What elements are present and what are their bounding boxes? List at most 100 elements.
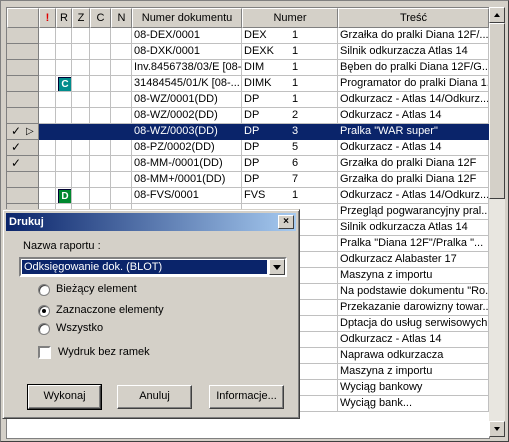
doc-number-cell: 08-DEX/0001 xyxy=(132,28,242,44)
dropdown-button[interactable] xyxy=(269,259,285,275)
number-cell: DP 1 xyxy=(242,92,338,108)
table-row[interactable]: 08-DEX/0001 DEX 1 Grzałka do pralki Diana 1… xyxy=(7,28,489,44)
cancel-button[interactable]: Anuluj xyxy=(117,385,192,409)
flag-cell xyxy=(72,156,90,172)
number-cell: DP 7 xyxy=(242,172,338,188)
flag-cell xyxy=(39,44,56,60)
radio-current-item-label[interactable]: Bieżący element xyxy=(56,283,137,295)
header-content[interactable]: Treść xyxy=(338,8,489,28)
flag-cell xyxy=(56,124,72,140)
scroll-up-button[interactable] xyxy=(489,7,505,23)
content-cell: Bęben do pralki Diana 12F/G... xyxy=(338,60,489,76)
flag-cell xyxy=(39,92,56,108)
flag-cell xyxy=(56,92,72,108)
header-z[interactable]: Z xyxy=(72,8,90,28)
content-cell: Naprawa odkurzacza xyxy=(338,348,489,364)
info-button[interactable]: Informacje... xyxy=(209,385,284,409)
doc-number-cell: 08-DXK/0001 xyxy=(132,44,242,60)
flag-cell xyxy=(111,188,132,204)
flag-cell xyxy=(90,156,111,172)
doc-number-cell: 08-PZ/0002(DD) xyxy=(132,140,242,156)
doc-number-cell: 08-MM+/0001(DD) xyxy=(132,172,242,188)
close-button[interactable]: × xyxy=(278,215,294,229)
doc-number-cell: 31484545/01/K [08-... xyxy=(132,76,242,92)
header-doc-number[interactable]: Numer dokumentu xyxy=(132,8,242,28)
table-row[interactable]: ✓ 08-MM-/0001(DD) DP 6 Grzałka do pralki Dia… xyxy=(7,156,489,172)
flag-cell xyxy=(56,28,72,44)
content-cell: Odkurzacz - Atlas 14/Odkurz... xyxy=(338,92,489,108)
no-frames-checkbox[interactable] xyxy=(38,346,51,359)
flag-cell xyxy=(39,108,56,124)
content-cell: Na podstawie dokumentu "Ro... xyxy=(338,284,489,300)
flag-cell xyxy=(111,44,132,60)
doc-number-cell: 08-WZ/0001(DD) xyxy=(132,92,242,108)
flag-cell xyxy=(90,92,111,108)
number-prefix: DP xyxy=(244,109,260,121)
flag-cell xyxy=(90,108,111,124)
content-cell: Maszyna z importu xyxy=(338,364,489,380)
header-number[interactable]: Numer xyxy=(242,8,338,28)
flag-cell xyxy=(111,124,132,140)
radio-selected-items[interactable] xyxy=(38,305,50,317)
table-row[interactable]: 08-WZ/0001(DD) DP 1 Odkurzacz - Atlas 14/Od… xyxy=(7,92,489,108)
flag-cell xyxy=(90,76,111,92)
table-row[interactable]: 08-DXK/0001 DEXK 1 Silnik odkurzacza Atlas … xyxy=(7,44,489,60)
row-indicator: ✓ xyxy=(7,156,39,172)
scroll-down-button[interactable] xyxy=(489,421,505,437)
content-cell: Silnik odkurzacza Atlas 14 xyxy=(338,220,489,236)
flag-cell xyxy=(72,60,90,76)
flag-cell xyxy=(90,60,111,76)
table-row[interactable]: C 31484545/01/K [08-... DIMK 1 Programator d… xyxy=(7,76,489,92)
flag-cell xyxy=(72,76,90,92)
content-cell: Dptacja do usług serwisowych xyxy=(338,316,489,332)
content-cell: Odkurzacz - Atlas 14 xyxy=(338,108,489,124)
report-select[interactable]: Odksięgowanie dok. (BLOT) xyxy=(19,257,287,277)
radio-all[interactable] xyxy=(38,323,50,335)
number-value: 6 xyxy=(292,157,299,169)
flag-cell xyxy=(56,108,72,124)
row-indicator xyxy=(7,76,39,92)
content-cell: Wyciąg bank... xyxy=(338,396,489,412)
header-c[interactable]: C xyxy=(90,8,111,28)
row-indicator xyxy=(7,188,39,204)
run-button[interactable]: Wykonaj xyxy=(27,384,102,410)
dialog-title: Drukuj xyxy=(9,216,44,228)
dialog-titlebar[interactable]: Drukuj × xyxy=(6,213,296,231)
flag-cell xyxy=(56,44,72,60)
flag-cell xyxy=(72,172,90,188)
number-prefix: FVS xyxy=(244,189,266,201)
content-cell: Maszyna z importu xyxy=(338,268,489,284)
row-indicator: ✓ ▷ xyxy=(7,124,39,140)
number-cell: FVS 1 xyxy=(242,188,338,204)
content-cell: Odkurzacz - Atlas 14 xyxy=(338,332,489,348)
radio-all-label[interactable]: Wszystko xyxy=(56,322,103,334)
row-indicator xyxy=(7,92,39,108)
table-row[interactable]: Inv.8456738/03/E [08-... DIM 1 Bęben do pra… xyxy=(7,60,489,76)
number-value: 2 xyxy=(292,109,299,121)
content-cell: Grzałka do pralki Diana 12F xyxy=(338,156,489,172)
radio-current-item[interactable] xyxy=(38,284,50,296)
table-row[interactable]: 08-WZ/0002(DD) DP 2 Odkurzacz - Atlas 14 xyxy=(7,108,489,124)
header-alert[interactable]: ! xyxy=(39,8,56,28)
flag-cell xyxy=(39,124,56,140)
status-badge: D xyxy=(58,189,71,203)
scrollbar-thumb[interactable] xyxy=(489,23,505,199)
vertical-scrollbar[interactable] xyxy=(489,7,505,437)
doc-number-cell: Inv.8456738/03/E [08-... xyxy=(132,60,242,76)
header-r[interactable]: R xyxy=(56,8,72,28)
doc-number-cell: 08-FVS/0001 xyxy=(132,188,242,204)
content-cell: Pralka "Diana 12F"/Pralka "... xyxy=(338,236,489,252)
table-row[interactable]: D 08-FVS/0001 FVS 1 Odkurzacz - Atlas 14/Odk… xyxy=(7,188,489,204)
table-row[interactable]: 08-MM+/0001(DD) DP 7 Grzałka do pralki Dian… xyxy=(7,172,489,188)
flag-cell xyxy=(39,60,56,76)
table-row[interactable]: ✓ 08-PZ/0002(DD) DP 5 Odkurzacz - Atlas 14 xyxy=(7,140,489,156)
table-row[interactable]: ✓ ▷ 08-WZ/0003(DD) DP 3 Pralka "WAR super" xyxy=(7,124,489,140)
flag-cell xyxy=(90,172,111,188)
number-prefix: DIMK xyxy=(244,77,272,89)
no-frames-label[interactable]: Wydruk bez ramek xyxy=(58,346,150,358)
radio-selected-items-label[interactable]: Zaznaczone elementy xyxy=(56,304,164,316)
header-n[interactable]: N xyxy=(111,8,132,28)
flag-cell xyxy=(90,28,111,44)
flag-cell xyxy=(56,60,72,76)
number-value: 1 xyxy=(292,29,299,41)
